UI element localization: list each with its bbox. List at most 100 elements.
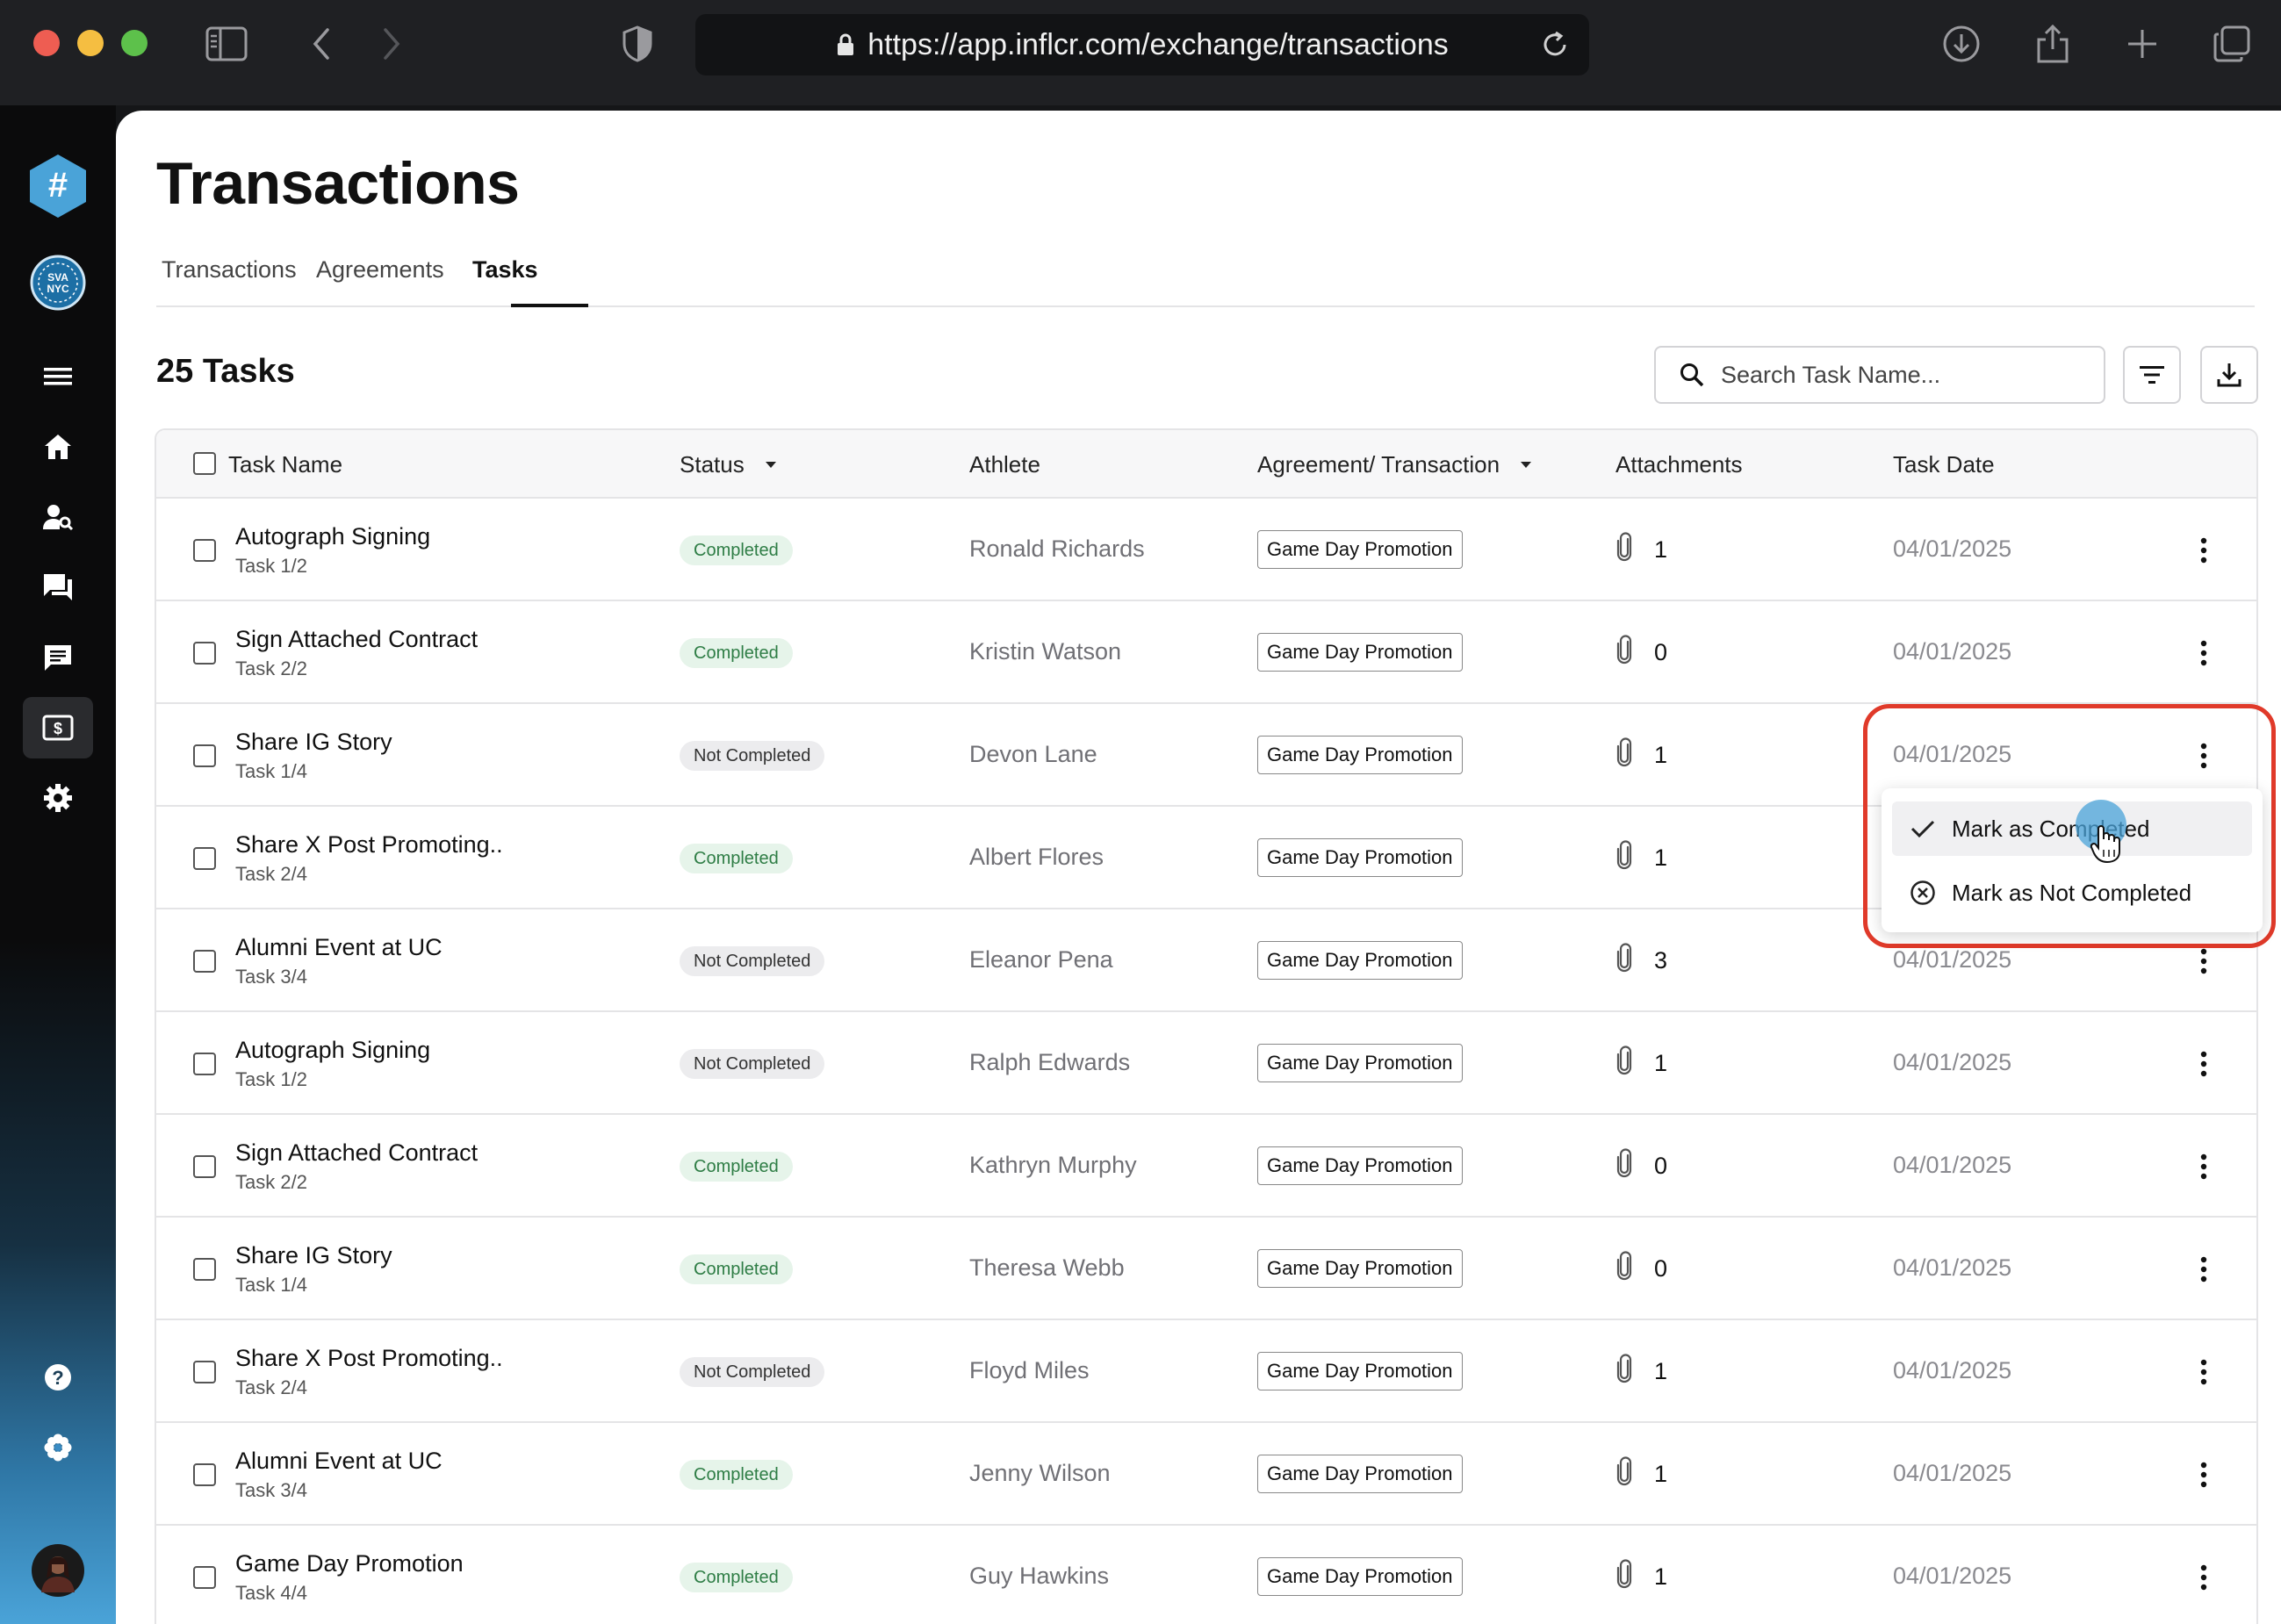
row-checkbox[interactable] xyxy=(193,642,216,665)
close-window-button[interactable] xyxy=(33,30,60,56)
user-search-icon[interactable] xyxy=(23,486,93,548)
more-options-icon[interactable] xyxy=(2184,1455,2223,1495)
table-row[interactable]: Game Day Promotion Task 4/4 Completed Guy H… xyxy=(156,1526,2256,1624)
task-name[interactable]: Sign Attached Contract xyxy=(235,626,478,653)
row-checkbox[interactable] xyxy=(193,950,216,973)
task-name[interactable]: Share X Post Promoting.. xyxy=(235,1345,503,1372)
exchange-dollar-icon[interactable]: $ xyxy=(23,697,93,758)
agreement-tag[interactable]: Game Day Promotion xyxy=(1257,1557,1463,1596)
header-status[interactable]: Status xyxy=(680,451,776,478)
agreement-tag[interactable]: Game Day Promotion xyxy=(1257,736,1463,774)
task-name[interactable]: Share IG Story xyxy=(235,1242,392,1269)
more-options-icon[interactable] xyxy=(2184,1146,2223,1187)
row-checkbox[interactable] xyxy=(193,1053,216,1075)
row-checkbox[interactable] xyxy=(193,1258,216,1281)
table-row[interactable]: Autograph Signing Task 1/2 Completed Ronald… xyxy=(156,499,2256,601)
agreement-tag[interactable]: Game Day Promotion xyxy=(1257,1249,1463,1288)
maximize-window-button[interactable] xyxy=(121,30,148,56)
home-icon[interactable] xyxy=(23,416,93,478)
tab-tasks[interactable]: Tasks xyxy=(472,256,538,284)
user-avatar[interactable] xyxy=(23,1540,93,1601)
attachments-cell[interactable]: 1 xyxy=(1615,737,1667,773)
row-checkbox[interactable] xyxy=(193,1361,216,1383)
chat-icon[interactable] xyxy=(23,557,93,618)
more-options-icon[interactable] xyxy=(2184,1249,2223,1290)
task-name[interactable]: Autograph Signing xyxy=(235,1037,430,1064)
table-row[interactable]: Sign Attached Contract Task 2/2 Completed K… xyxy=(156,601,2256,704)
table-row[interactable]: Alumni Event at UC Task 3/4 Completed Jenny… xyxy=(156,1423,2256,1526)
mark-completed-option[interactable]: Mark as Completed xyxy=(1892,801,2252,856)
gear-icon[interactable] xyxy=(23,767,93,829)
task-name[interactable]: Alumni Event at UC xyxy=(235,934,443,961)
attachments-cell[interactable]: 1 xyxy=(1615,1559,1667,1595)
menu-icon[interactable] xyxy=(23,346,93,407)
row-checkbox[interactable] xyxy=(193,1566,216,1589)
more-options-icon[interactable] xyxy=(2184,1557,2223,1598)
task-name[interactable]: Share X Post Promoting.. xyxy=(235,831,503,859)
select-all-checkbox[interactable] xyxy=(193,452,216,475)
forward-icon[interactable] xyxy=(371,23,413,65)
search-box[interactable] xyxy=(1654,346,2105,404)
table-row[interactable]: Share IG Story Task 1/4 Completed Theresa W… xyxy=(156,1218,2256,1320)
export-button[interactable] xyxy=(2200,346,2258,404)
attachments-cell[interactable]: 0 xyxy=(1615,1148,1667,1184)
row-checkbox[interactable] xyxy=(193,1463,216,1486)
attachments-cell[interactable]: 1 xyxy=(1615,840,1667,876)
share-icon[interactable] xyxy=(2032,23,2074,65)
attachments-cell[interactable]: 1 xyxy=(1615,1046,1667,1081)
tab-overview-icon[interactable] xyxy=(2211,23,2253,65)
task-name[interactable]: Game Day Promotion xyxy=(235,1550,464,1577)
mark-not-completed-option[interactable]: Mark as Not Completed xyxy=(1892,866,2252,920)
minimize-window-button[interactable] xyxy=(77,30,104,56)
agreement-tag[interactable]: Game Day Promotion xyxy=(1257,1352,1463,1390)
table-row[interactable]: Sign Attached Contract Task 2/2 Completed K… xyxy=(156,1115,2256,1218)
header-task-date[interactable]: Task Date xyxy=(1893,451,1995,478)
flower-icon[interactable] xyxy=(23,1417,93,1478)
filter-button[interactable] xyxy=(2123,346,2181,404)
task-name[interactable]: Sign Attached Contract xyxy=(235,1139,478,1167)
message-icon[interactable] xyxy=(23,627,93,688)
row-checkbox[interactable] xyxy=(193,539,216,562)
agreement-tag[interactable]: Game Day Promotion xyxy=(1257,1146,1463,1185)
more-options-icon[interactable] xyxy=(2184,633,2223,673)
task-name[interactable]: Alumni Event at UC xyxy=(235,1448,443,1475)
new-tab-icon[interactable] xyxy=(2121,23,2163,65)
more-options-icon[interactable] xyxy=(2184,1044,2223,1084)
attachments-cell[interactable]: 0 xyxy=(1615,635,1667,671)
agreement-tag[interactable]: Game Day Promotion xyxy=(1257,1455,1463,1493)
attachments-cell[interactable]: 3 xyxy=(1615,943,1667,979)
search-input[interactable] xyxy=(1721,361,2090,389)
header-agreement[interactable]: Agreement/ Transaction xyxy=(1257,451,1532,478)
hashtag-hexagon-icon[interactable]: # xyxy=(23,151,93,221)
header-attachments[interactable]: Attachments xyxy=(1615,451,1743,478)
help-icon[interactable]: ? xyxy=(23,1347,93,1408)
header-athlete[interactable]: Athlete xyxy=(969,451,1040,478)
reload-icon[interactable] xyxy=(1536,26,1573,63)
row-checkbox[interactable] xyxy=(193,744,216,767)
agreement-tag[interactable]: Game Day Promotion xyxy=(1257,838,1463,877)
attachments-cell[interactable]: 1 xyxy=(1615,1354,1667,1390)
row-checkbox[interactable] xyxy=(193,847,216,870)
tab-agreements[interactable]: Agreements xyxy=(316,256,444,284)
header-task-name[interactable]: Task Name xyxy=(228,451,342,478)
task-name[interactable]: Autograph Signing xyxy=(235,523,430,550)
sidebar-toggle-icon[interactable] xyxy=(205,23,248,65)
agreement-tag[interactable]: Game Day Promotion xyxy=(1257,530,1463,569)
task-name[interactable]: Share IG Story xyxy=(235,729,392,756)
agreement-tag[interactable]: Game Day Promotion xyxy=(1257,633,1463,672)
row-checkbox[interactable] xyxy=(193,1155,216,1178)
download-icon[interactable] xyxy=(1940,23,1982,65)
org-avatar[interactable]: SVA NYC xyxy=(23,248,93,318)
table-row[interactable]: Autograph Signing Task 1/2 Not Completed Ra… xyxy=(156,1012,2256,1115)
more-options-icon[interactable] xyxy=(2184,530,2223,571)
agreement-tag[interactable]: Game Day Promotion xyxy=(1257,941,1463,980)
attachments-cell[interactable]: 0 xyxy=(1615,1251,1667,1287)
tab-transactions[interactable]: Transactions xyxy=(162,256,297,284)
shield-icon[interactable] xyxy=(616,23,658,65)
table-row[interactable]: Share X Post Promoting.. Task 2/4 Not Comp… xyxy=(156,1320,2256,1423)
back-icon[interactable] xyxy=(300,23,342,65)
more-options-icon[interactable] xyxy=(2184,1352,2223,1392)
attachments-cell[interactable]: 1 xyxy=(1615,1456,1667,1492)
attachments-cell[interactable]: 1 xyxy=(1615,532,1667,568)
address-bar[interactable]: https://app.inflcr.com/exchange/transact… xyxy=(695,14,1589,75)
